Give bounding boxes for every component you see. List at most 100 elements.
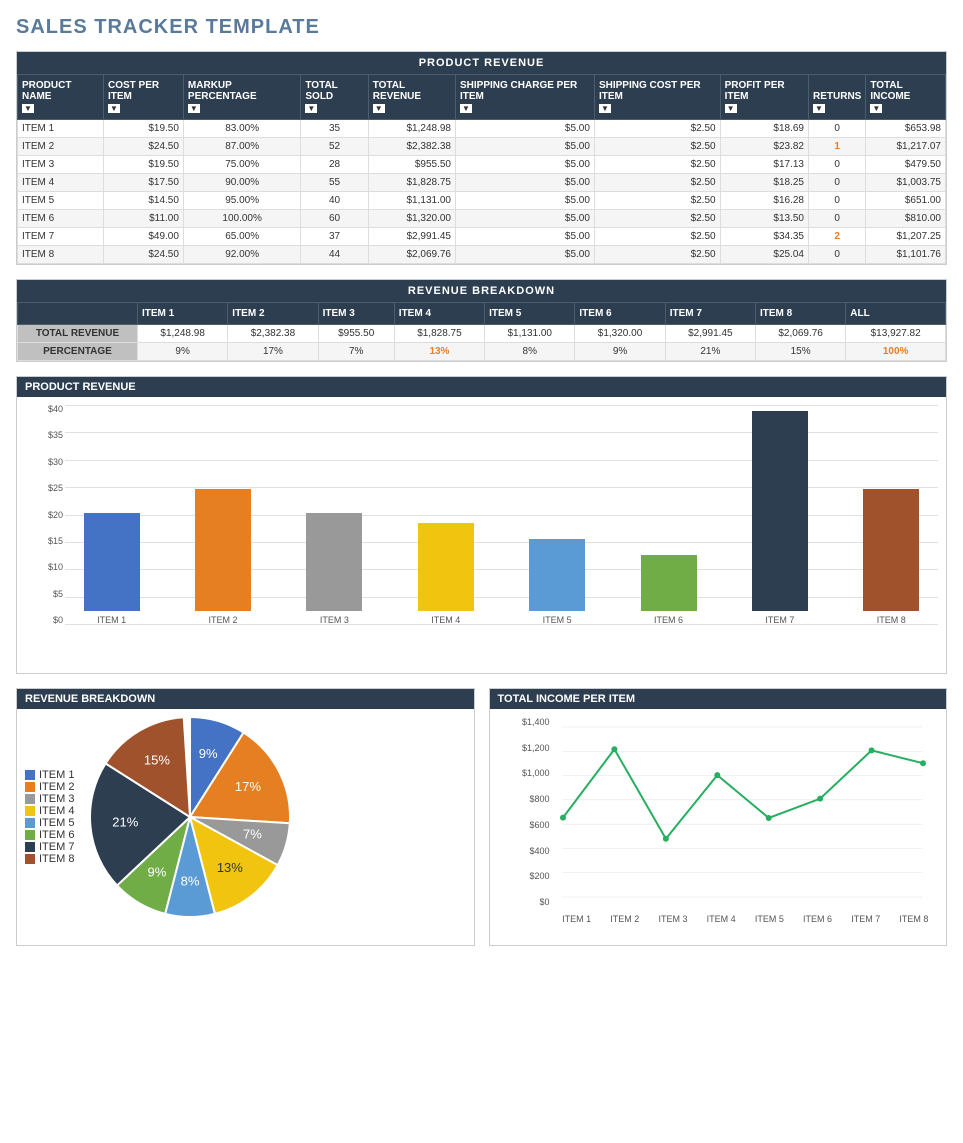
breakdown-cell: $13,927.82 bbox=[846, 325, 946, 343]
breakdown-col-item3: ITEM 3 bbox=[318, 303, 394, 325]
breakdown-header-row: ITEM 1 ITEM 2 ITEM 3 ITEM 4 ITEM 5 ITEM … bbox=[18, 303, 946, 325]
cell-revenue: $1,248.98 bbox=[368, 120, 455, 138]
cell-cost: $19.50 bbox=[103, 156, 183, 174]
filter-ship-charge[interactable]: ▼ bbox=[460, 104, 472, 113]
cell-revenue: $1,131.00 bbox=[368, 192, 455, 210]
legend-label: ITEM 4 bbox=[39, 805, 74, 817]
table-row: ITEM 5 $14.50 95.00% 40 $1,131.00 $5.00 … bbox=[18, 192, 946, 210]
cell-income: $1,217.07 bbox=[866, 138, 946, 156]
cell-profit: $17.13 bbox=[720, 156, 808, 174]
legend-item: ITEM 1 bbox=[25, 769, 74, 781]
pie-label: 17% bbox=[235, 779, 261, 794]
cell-cost: $17.50 bbox=[103, 174, 183, 192]
cell-ship-charge: $5.00 bbox=[455, 246, 594, 264]
line-y-label: $1,200 bbox=[522, 743, 550, 753]
table-row: ITEM 3 $19.50 75.00% 28 $955.50 $5.00 $2… bbox=[18, 156, 946, 174]
bar bbox=[418, 523, 474, 611]
bar bbox=[529, 539, 585, 611]
filter-ship-cost[interactable]: ▼ bbox=[599, 104, 611, 113]
breakdown-cell: 8% bbox=[485, 343, 575, 361]
bar-chart-section: PRODUCT REVENUE $40$35$30$25$20$15$10$5$… bbox=[16, 376, 947, 674]
filter-sold[interactable]: ▼ bbox=[305, 104, 317, 113]
bar bbox=[84, 513, 140, 611]
legend-item: ITEM 4 bbox=[25, 805, 74, 817]
revenue-breakdown-table: ITEM 1 ITEM 2 ITEM 3 ITEM 4 ITEM 5 ITEM … bbox=[17, 302, 946, 361]
bar bbox=[195, 489, 251, 611]
line-point bbox=[560, 815, 566, 821]
bar-group: ITEM 3 bbox=[288, 405, 381, 625]
cell-name: ITEM 2 bbox=[18, 138, 104, 156]
line-x-label: ITEM 7 bbox=[851, 914, 880, 924]
bar bbox=[863, 489, 919, 611]
line-point bbox=[611, 746, 617, 752]
filter-product-name[interactable]: ▼ bbox=[22, 104, 34, 113]
breakdown-cell: $1,248.98 bbox=[138, 325, 228, 343]
cell-ship-cost: $2.50 bbox=[594, 228, 720, 246]
pie-chart: 9%17%7%13%8%9%21%15% bbox=[90, 717, 290, 917]
breakdown-cell: 9% bbox=[138, 343, 228, 361]
cell-sold: 35 bbox=[301, 120, 368, 138]
cell-name: ITEM 6 bbox=[18, 210, 104, 228]
pie-label: 9% bbox=[199, 746, 218, 761]
bar bbox=[752, 411, 808, 611]
legend-label: ITEM 1 bbox=[39, 769, 74, 781]
legend-color bbox=[25, 806, 35, 816]
cell-markup: 100.00% bbox=[183, 210, 300, 228]
pie-label: 15% bbox=[144, 752, 170, 767]
cell-revenue: $1,828.75 bbox=[368, 174, 455, 192]
line-point bbox=[662, 836, 668, 842]
line-point bbox=[817, 796, 823, 802]
line-x-label: ITEM 5 bbox=[755, 914, 784, 924]
legend-label: ITEM 6 bbox=[39, 829, 74, 841]
bar bbox=[306, 513, 362, 611]
filter-income[interactable]: ▼ bbox=[870, 104, 882, 113]
legend-item: ITEM 8 bbox=[25, 853, 74, 865]
line-chart-container: $1,400$1,200$1,000$800$600$400$200$0 ITE… bbox=[498, 717, 939, 937]
bar-label: ITEM 3 bbox=[320, 615, 349, 625]
legend-label: ITEM 5 bbox=[39, 817, 74, 829]
legend-item: ITEM 7 bbox=[25, 841, 74, 853]
cell-markup: 87.00% bbox=[183, 138, 300, 156]
legend-label: ITEM 2 bbox=[39, 781, 74, 793]
legend-item: ITEM 2 bbox=[25, 781, 74, 793]
cell-cost: $24.50 bbox=[103, 138, 183, 156]
breakdown-col-item5: ITEM 5 bbox=[485, 303, 575, 325]
line-y-label: $800 bbox=[529, 794, 549, 804]
cell-cost: $14.50 bbox=[103, 192, 183, 210]
legend-color bbox=[25, 794, 35, 804]
cell-cost: $49.00 bbox=[103, 228, 183, 246]
cell-cost: $11.00 bbox=[103, 210, 183, 228]
filter-profit[interactable]: ▼ bbox=[725, 104, 737, 113]
bar-group: ITEM 5 bbox=[511, 405, 604, 625]
table-row: ITEM 7 $49.00 65.00% 37 $2,991.45 $5.00 … bbox=[18, 228, 946, 246]
bar-chart-title: PRODUCT REVENUE bbox=[17, 377, 946, 397]
filter-cost[interactable]: ▼ bbox=[108, 104, 120, 113]
cell-income: $1,207.25 bbox=[866, 228, 946, 246]
legend-color bbox=[25, 830, 35, 840]
line-chart-section: TOTAL INCOME PER ITEM $1,400$1,200$1,000… bbox=[489, 688, 948, 946]
cell-sold: 28 bbox=[301, 156, 368, 174]
line-chart-title: TOTAL INCOME PER ITEM bbox=[490, 689, 947, 709]
breakdown-cell: $955.50 bbox=[318, 325, 394, 343]
line-y-label: $600 bbox=[529, 820, 549, 830]
line-y-label: $400 bbox=[529, 846, 549, 856]
cell-sold: 52 bbox=[301, 138, 368, 156]
line-y-axis: $1,400$1,200$1,000$800$600$400$200$0 bbox=[498, 717, 550, 907]
pie-container: ITEM 1ITEM 2ITEM 3ITEM 4ITEM 5ITEM 6ITEM… bbox=[25, 717, 466, 917]
cell-name: ITEM 3 bbox=[18, 156, 104, 174]
legend-label: ITEM 7 bbox=[39, 841, 74, 853]
pie-label: 7% bbox=[243, 827, 262, 842]
filter-returns[interactable]: ▼ bbox=[813, 104, 825, 113]
cell-markup: 83.00% bbox=[183, 120, 300, 138]
cell-markup: 75.00% bbox=[183, 156, 300, 174]
cell-ship-cost: $2.50 bbox=[594, 210, 720, 228]
col-ship-charge: SHIPPING CHARGE PER ITEM▼ bbox=[455, 75, 594, 120]
cell-ship-charge: $5.00 bbox=[455, 174, 594, 192]
cell-ship-cost: $2.50 bbox=[594, 174, 720, 192]
cell-income: $810.00 bbox=[866, 210, 946, 228]
filter-markup[interactable]: ▼ bbox=[188, 104, 200, 113]
breakdown-col-item4: ITEM 4 bbox=[394, 303, 484, 325]
cell-markup: 90.00% bbox=[183, 174, 300, 192]
filter-revenue[interactable]: ▼ bbox=[373, 104, 385, 113]
bar-group: ITEM 7 bbox=[733, 405, 826, 625]
